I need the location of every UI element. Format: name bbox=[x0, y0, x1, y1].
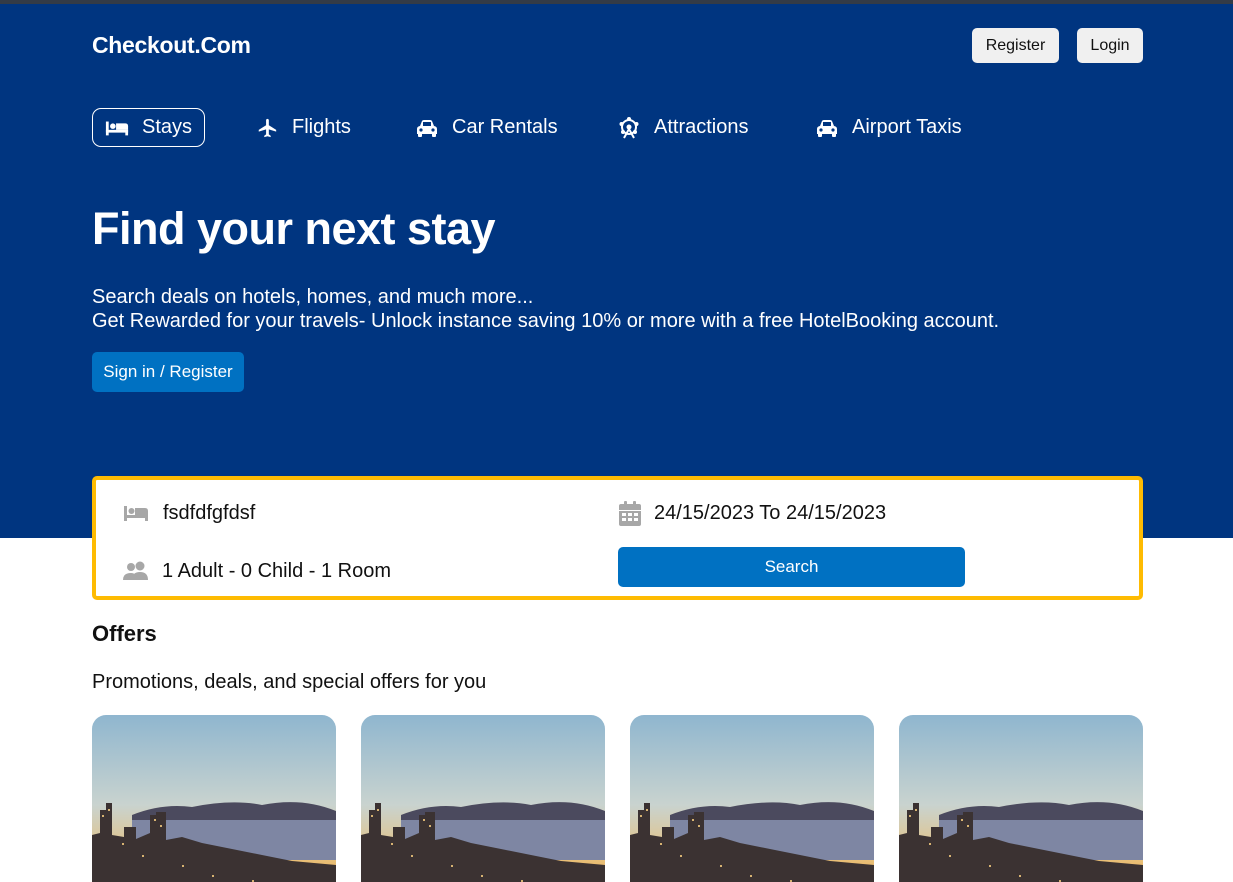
destination-field[interactable] bbox=[122, 498, 563, 528]
guests-text: 1 Adult - 0 Child - 1 Room bbox=[162, 559, 391, 582]
nav-item-label: Car Rentals bbox=[452, 116, 558, 138]
plane-icon bbox=[255, 116, 279, 140]
hero-subtitle: Search deals on hotels, homes, and much … bbox=[92, 285, 999, 333]
hero-subtitle-line-2: Get Rewarded for your travels- Unlock in… bbox=[92, 310, 1000, 332]
city-sunset-image bbox=[361, 715, 605, 882]
bed-icon bbox=[105, 116, 129, 140]
date-range-text: 24/15/2023 To 24/15/2023 bbox=[654, 501, 887, 524]
taxi-icon bbox=[815, 116, 839, 140]
nav-item-label: Stays bbox=[142, 116, 193, 138]
nav-item-label: Flights bbox=[292, 116, 351, 138]
register-button[interactable]: Register bbox=[972, 28, 1059, 63]
offer-card[interactable] bbox=[92, 715, 336, 882]
hero-subtitle-line-1: Search deals on hotels, homes, and much … bbox=[92, 286, 534, 308]
calendar-icon bbox=[618, 500, 642, 526]
nav-item-attractions[interactable]: Attractions bbox=[617, 108, 748, 147]
search-button[interactable]: Search bbox=[618, 547, 965, 587]
date-range-field[interactable]: 24/15/2023 To 24/15/2023 bbox=[618, 498, 886, 528]
offers-subtitle: Promotions, deals, and special offers fo… bbox=[92, 671, 487, 693]
ferris-wheel-icon bbox=[617, 116, 641, 140]
offer-card[interactable] bbox=[630, 715, 874, 882]
city-sunset-image bbox=[92, 715, 336, 882]
login-button[interactable]: Login bbox=[1077, 28, 1143, 63]
page-title: Find your next stay bbox=[92, 203, 496, 254]
users-icon bbox=[122, 561, 150, 581]
nav-item-stays[interactable]: Stays bbox=[92, 108, 206, 147]
offers-title: Offers bbox=[92, 621, 157, 646]
city-sunset-image bbox=[630, 715, 874, 882]
offer-card[interactable] bbox=[361, 715, 605, 882]
nav-item-label: Airport Taxis bbox=[852, 116, 962, 138]
guests-field[interactable]: 1 Adult - 0 Child - 1 Room bbox=[122, 556, 391, 586]
search-box: 24/15/2023 To 24/15/2023 1 Adult - 0 Chi… bbox=[92, 476, 1143, 600]
nav-item-label: Attractions bbox=[654, 116, 749, 138]
brand-logo[interactable]: Checkout.Com bbox=[92, 32, 251, 59]
car-icon bbox=[415, 116, 439, 140]
nav-item-airport-taxis[interactable]: Airport Taxis bbox=[815, 108, 962, 147]
offer-card[interactable] bbox=[899, 715, 1143, 882]
city-sunset-image bbox=[899, 715, 1143, 882]
nav-item-car-rentals[interactable]: Car Rentals bbox=[415, 108, 558, 147]
sign-in-register-button[interactable]: Sign in / Register bbox=[92, 352, 244, 392]
bed-icon bbox=[122, 504, 150, 522]
nav-item-flights[interactable]: Flights bbox=[255, 108, 351, 147]
hero-section: Checkout.Com Register Login Stays Flight… bbox=[0, 4, 1233, 538]
destination-input[interactable] bbox=[163, 501, 563, 525]
